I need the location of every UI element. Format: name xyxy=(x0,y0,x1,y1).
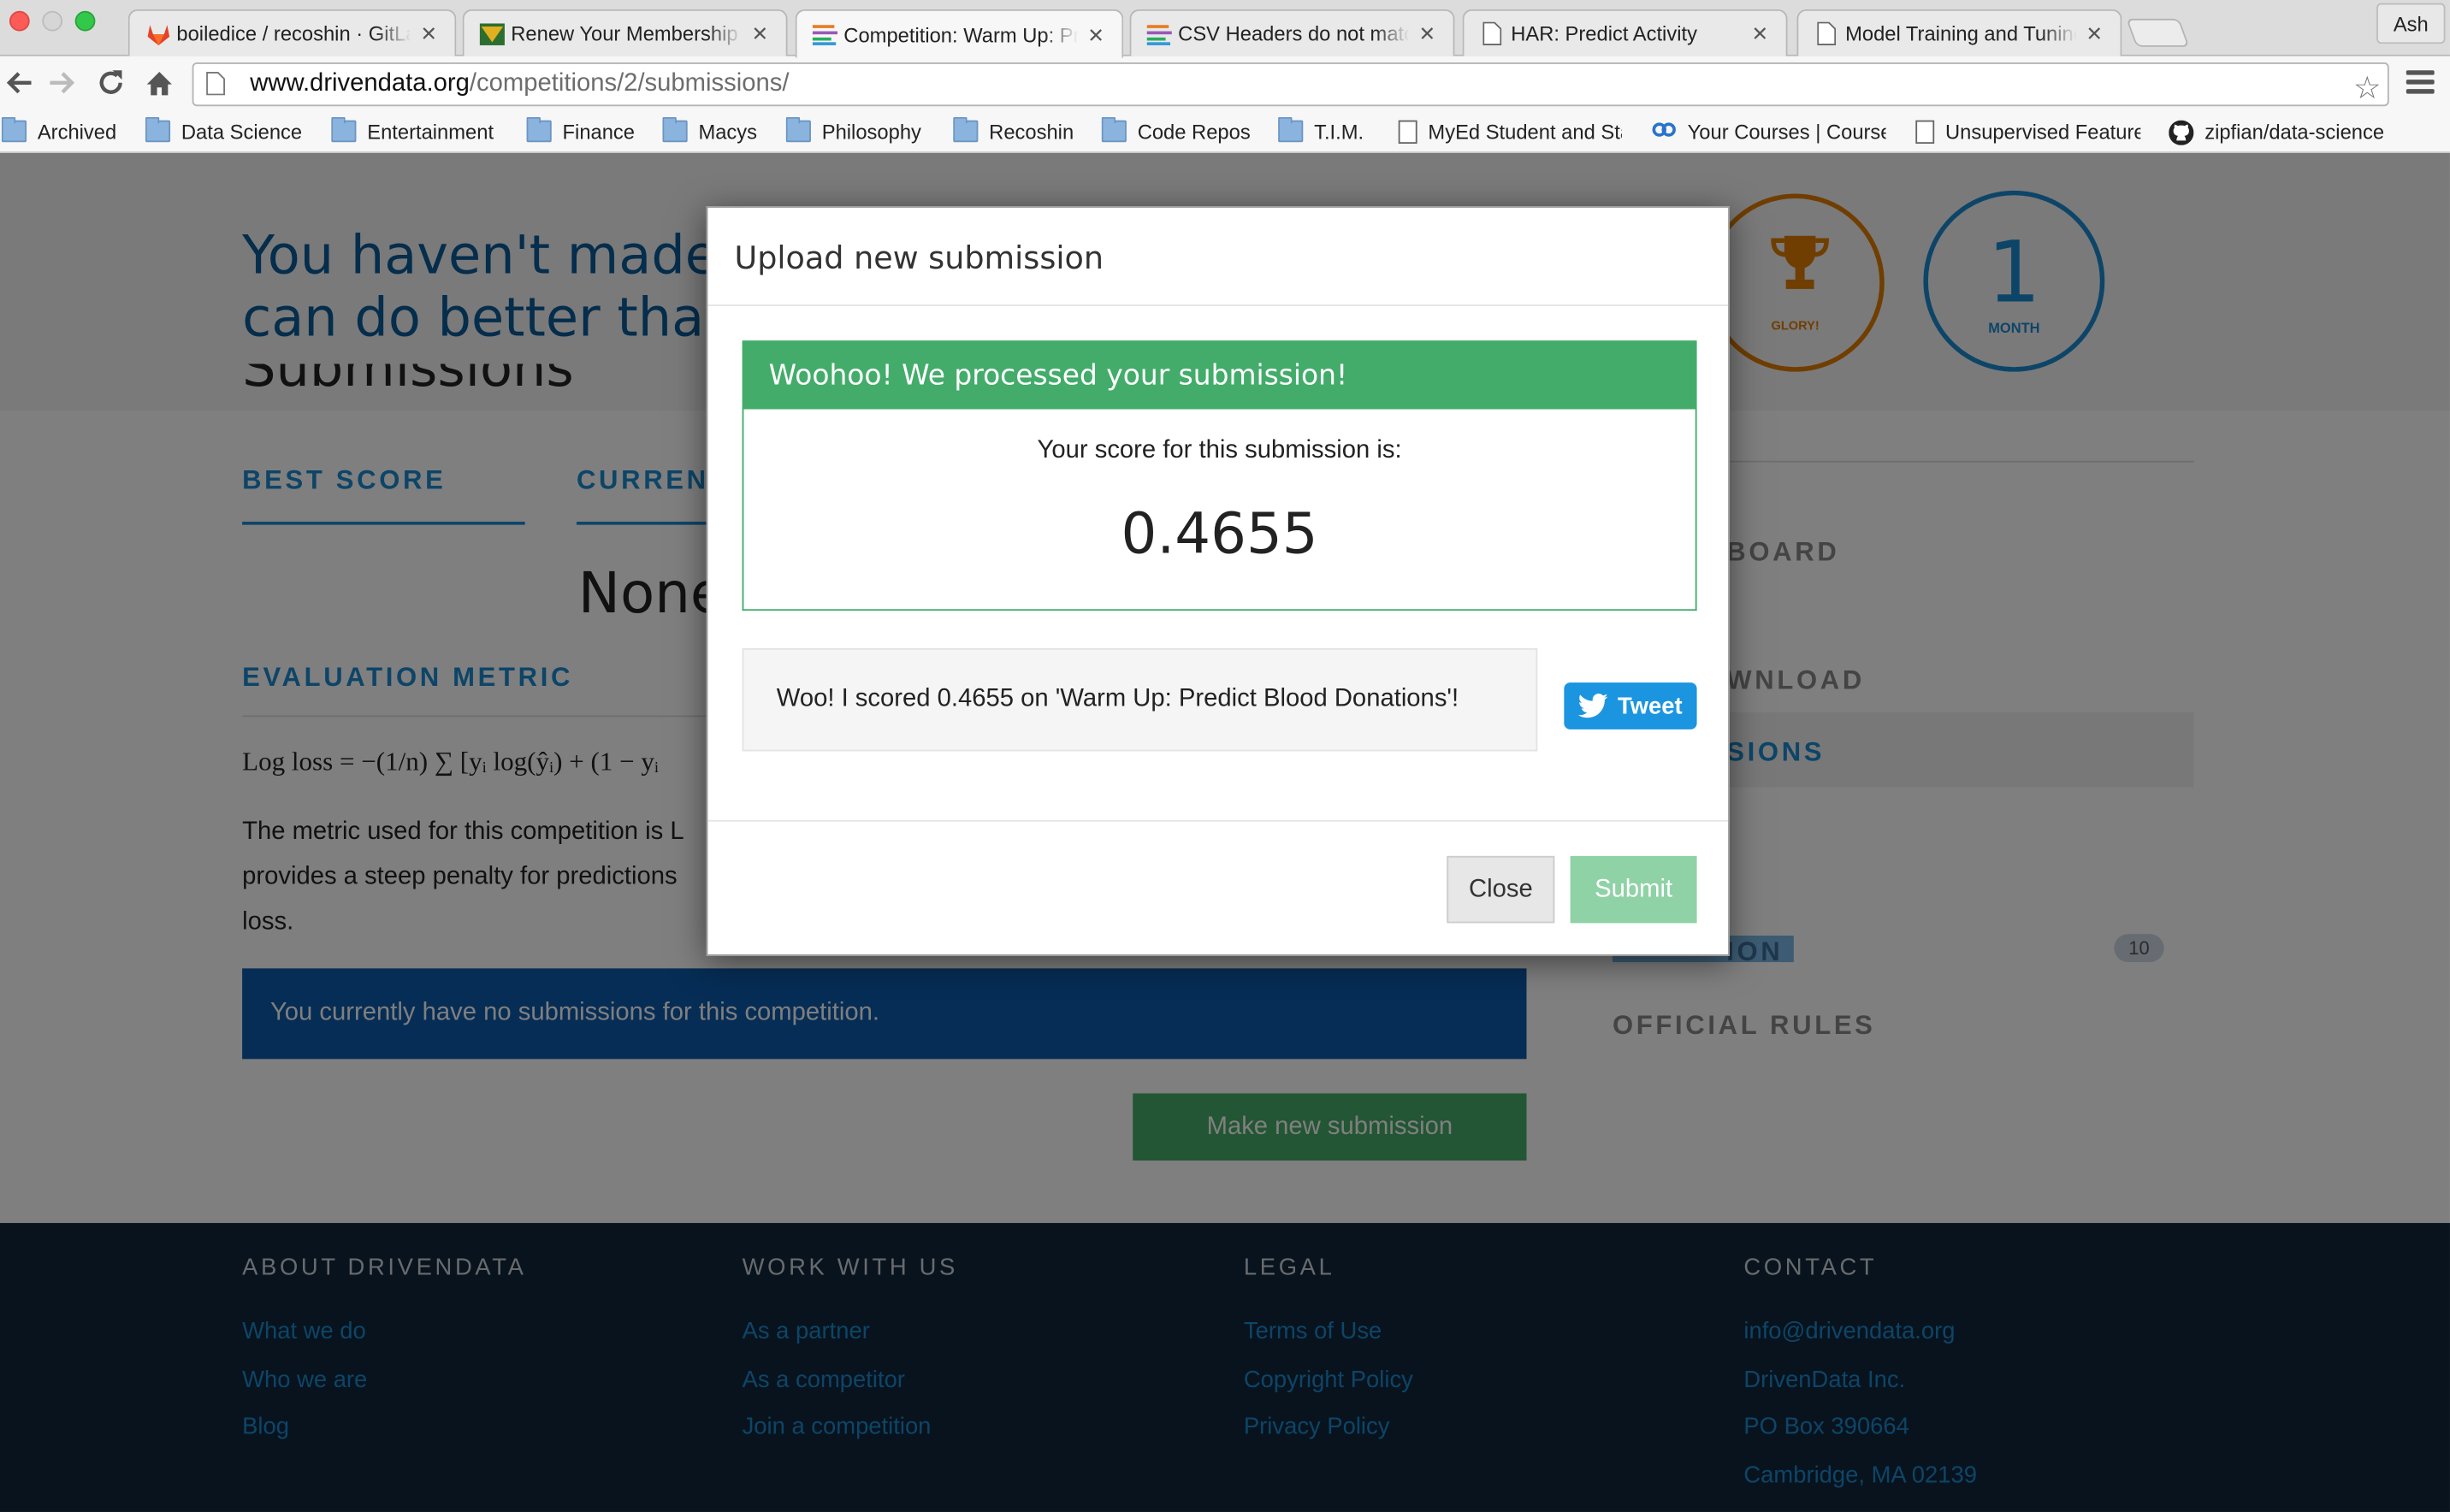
score-panel: Your score for this submission is: 0.465… xyxy=(742,409,1697,611)
bookmark-coursera[interactable]: Your Courses | Coursera xyxy=(1652,117,1886,145)
coursera-icon xyxy=(1652,121,1677,143)
bookmark-myed[interactable]: MyEd Student and Staff xyxy=(1395,117,1622,145)
bookmark-code-repos[interactable]: Code Repos xyxy=(1101,116,1251,145)
address-bar[interactable]: www.drivendata.org/competitions/2/submis… xyxy=(192,62,2389,108)
bookmark-label: Macys xyxy=(698,119,758,144)
bookmark-macys[interactable]: Macys xyxy=(662,116,758,145)
page-icon xyxy=(1398,119,1417,144)
modal-title: Upload new submission xyxy=(734,239,1104,277)
page-icon xyxy=(206,72,228,97)
bookmark-tim[interactable]: T.I.M. xyxy=(1278,116,1364,145)
bookmark-philosophy[interactable]: Philosophy xyxy=(785,116,921,145)
folder-icon xyxy=(1101,116,1127,143)
url-host: www.drivendata.org xyxy=(250,70,470,97)
url-text: www.drivendata.org/competitions/2/submis… xyxy=(250,70,789,98)
bookmark-entertainment[interactable]: Entertainment xyxy=(331,116,494,145)
page-icon xyxy=(1814,21,1839,46)
bookmark-label: Recoshin xyxy=(989,119,1074,144)
tab-title: Competition: Warm Up: Predict Blood Dona… xyxy=(843,22,1078,46)
bookmark-label: Data Science xyxy=(180,119,303,144)
bookmark-label: Code Repos xyxy=(1137,119,1251,144)
tab-competition[interactable]: Competition: Warm Up: Predict Blood Dona… xyxy=(795,9,1124,58)
reload-icon[interactable] xyxy=(95,68,127,99)
bookmark-zipfian[interactable]: zipfian/data-science xyxy=(2169,117,2403,145)
bookmark-star-icon[interactable]: ☆ xyxy=(2353,68,2382,108)
folder-icon xyxy=(662,116,688,143)
bookmark-archived[interactable]: Archived xyxy=(1,116,117,145)
bookmark-label: MyEd Student and Staff xyxy=(1428,119,1622,144)
bookmark-label: Entertainment xyxy=(367,119,494,144)
score-label: Your score for this submission is: xyxy=(1037,437,1402,464)
back-arrow-icon[interactable] xyxy=(3,68,35,99)
url-path: /competitions/2/submissions/ xyxy=(469,70,790,97)
tab-csv-headers[interactable]: CSV Headers do not match ✕ xyxy=(1129,9,1455,56)
folder-icon xyxy=(145,116,171,143)
drivendata-icon xyxy=(1146,21,1172,46)
bookmark-finance[interactable]: Finance xyxy=(526,116,636,145)
tab-title: boiledice / recoshin · GitLab xyxy=(176,21,411,45)
tab-close-icon[interactable]: ✕ xyxy=(752,23,771,44)
page-icon xyxy=(1915,119,1935,144)
bookmark-recoshin[interactable]: Recoshin xyxy=(953,116,1074,145)
tab-close-icon[interactable]: ✕ xyxy=(1087,24,1106,44)
folder-icon xyxy=(526,116,552,143)
bookmark-label: Archived xyxy=(37,119,117,144)
browser-toolbar: www.drivendata.org/competitions/2/submis… xyxy=(0,56,2450,109)
new-tab-button[interactable] xyxy=(2126,18,2190,47)
bookmark-data-science[interactable]: Data Science xyxy=(145,116,303,145)
tweet-text: Woo! I scored 0.4655 on 'Warm Up: Predic… xyxy=(742,647,1538,752)
tweet-button-label: Tweet xyxy=(1617,693,1683,720)
tab-close-icon[interactable]: ✕ xyxy=(2086,23,2104,44)
page: boiledice / recoshin · GitLab ✕ Renew Yo… xyxy=(0,0,2450,1512)
divider xyxy=(707,819,1729,822)
tab-macys[interactable]: Renew Your Membership | Macys ✕ xyxy=(462,9,788,56)
gitlab-icon xyxy=(145,21,170,46)
tab-close-icon[interactable]: ✕ xyxy=(1418,23,1437,44)
folder-icon xyxy=(953,116,979,143)
tab-title: HAR: Predict Activity xyxy=(1511,21,1697,45)
score-value: 0.4655 xyxy=(1121,503,1318,567)
tab-strip: boiledice / recoshin · GitLab ✕ Renew Yo… xyxy=(0,0,2450,58)
submit-button[interactable]: Submit xyxy=(1570,855,1697,924)
tab-title: Model Training and Tuning xyxy=(1845,21,2077,45)
tab-title: CSV Headers do not match xyxy=(1178,21,1410,45)
folder-icon xyxy=(1278,116,1304,143)
folder-icon xyxy=(785,116,811,143)
window-close-button[interactable] xyxy=(9,10,30,32)
drivendata-icon xyxy=(812,22,838,47)
bookmark-unsupervised[interactable]: Unsupervised Feature xyxy=(1913,117,2141,145)
tab-model-training[interactable]: Model Training and Tuning ✕ xyxy=(1796,9,2122,56)
folder-icon xyxy=(331,116,357,143)
bookmarks-bar: Archived Data Science Entertainment Fina… xyxy=(0,109,2450,153)
bookmark-label: Unsupervised Feature xyxy=(1944,119,2141,144)
chrome-menu-icon[interactable] xyxy=(2406,70,2435,95)
github-icon xyxy=(2169,120,2194,145)
tweet-button[interactable]: Tweet xyxy=(1564,682,1697,729)
upload-submission-modal: Upload new submission Woohoo! We process… xyxy=(706,206,1730,956)
folder-icon xyxy=(1,116,27,143)
forward-arrow-icon[interactable] xyxy=(47,68,79,99)
close-button[interactable]: Close xyxy=(1447,855,1555,924)
bookmark-label: Your Courses | Coursera xyxy=(1687,119,1886,144)
profile-button[interactable]: Ash xyxy=(2376,3,2446,44)
tab-gitlab[interactable]: boiledice / recoshin · GitLab ✕ xyxy=(127,9,457,56)
tab-close-icon[interactable]: ✕ xyxy=(1752,23,1771,44)
divider xyxy=(707,304,1729,306)
page-icon xyxy=(1480,21,1505,46)
success-message: Woohoo! We processed your submission! xyxy=(742,340,1697,410)
window-minimize-button[interactable] xyxy=(42,10,63,32)
bookmark-label: Philosophy xyxy=(821,119,921,144)
window-maximize-button[interactable] xyxy=(74,10,96,32)
tab-har[interactable]: HAR: Predict Activity ✕ xyxy=(1462,9,1788,56)
bookmark-label: T.I.M. xyxy=(1314,119,1364,144)
home-icon[interactable] xyxy=(144,68,175,99)
tab-title: Renew Your Membership | Macys xyxy=(511,21,742,45)
bookmark-label: zipfian/data-science xyxy=(2204,119,2385,144)
twitter-bird-icon xyxy=(1578,694,1609,718)
tab-close-icon[interactable]: ✕ xyxy=(420,23,439,44)
bookmark-label: Finance xyxy=(562,119,636,144)
macys-icon xyxy=(479,21,505,46)
